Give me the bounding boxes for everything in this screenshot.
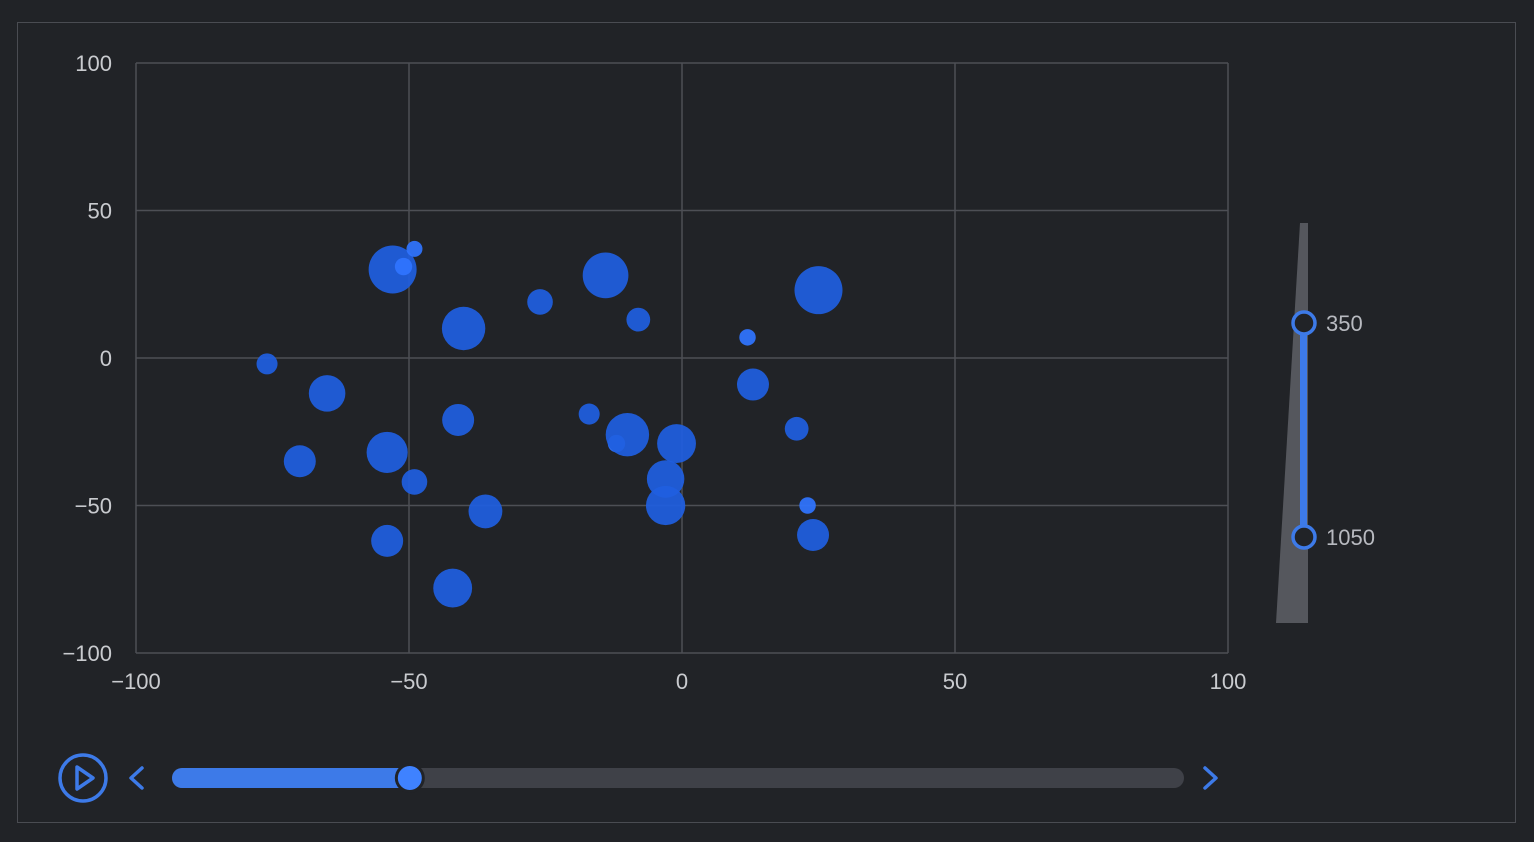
x-tick-label: −100	[111, 669, 161, 694]
play-icon	[58, 753, 108, 803]
visual-map-handle-low[interactable]	[1291, 310, 1317, 336]
y-tick-label: −100	[62, 641, 112, 666]
scatter-point[interactable]	[401, 469, 428, 495]
chevron-left-icon	[129, 766, 144, 790]
scatter-point[interactable]	[645, 485, 686, 526]
visual-map-handle-high[interactable]	[1291, 524, 1317, 550]
visual-map-label-high: 1050	[1326, 525, 1375, 550]
scatter-point[interactable]	[739, 329, 756, 346]
grid	[135, 62, 1229, 654]
scatter-point[interactable]	[626, 307, 651, 332]
scatter-point[interactable]	[308, 375, 346, 412]
scatter-point[interactable]	[657, 424, 696, 463]
scatter-point[interactable]	[371, 524, 404, 557]
scatter-point[interactable]	[468, 494, 503, 529]
play-button[interactable]	[58, 753, 108, 803]
axis-labels: −100 −50 0 50 100 −100 −50 0 50 100	[62, 51, 1246, 694]
scatter-point[interactable]	[366, 431, 408, 473]
scatter-point[interactable]	[784, 416, 809, 441]
y-tick-label: 50	[88, 199, 112, 224]
x-tick-label: 100	[1210, 669, 1247, 694]
x-tick-label: 0	[676, 669, 688, 694]
timeline-handle[interactable]	[394, 763, 425, 793]
scatter-point[interactable]	[394, 257, 413, 276]
scatter-point[interactable]	[406, 240, 423, 257]
chevron-right-icon	[1203, 766, 1218, 790]
scatter-point[interactable]	[794, 266, 843, 315]
scatter-points	[256, 240, 843, 608]
scatter-point[interactable]	[442, 403, 475, 436]
scatter-chart: −100 −50 0 50 100 −100 −50 0 50 100 350 1050	[58, 51, 1375, 803]
play-triangle	[75, 765, 95, 791]
scatter-point[interactable]	[433, 568, 473, 608]
y-tick-label: −50	[75, 494, 112, 519]
scatter-point[interactable]	[256, 353, 278, 375]
timeline-progress	[172, 768, 410, 788]
timeline	[58, 753, 1218, 803]
scatter-point[interactable]	[578, 403, 600, 425]
x-tick-label: −50	[390, 669, 427, 694]
x-tick-label: 50	[943, 669, 967, 694]
scatter-point[interactable]	[441, 306, 486, 351]
y-tick-label: 100	[75, 51, 112, 76]
scatter-point[interactable]	[797, 519, 830, 551]
scatter-point[interactable]	[799, 497, 816, 514]
next-button[interactable]	[1203, 766, 1218, 790]
timeline-handle-dot	[397, 766, 422, 790]
scatter-point[interactable]	[605, 412, 650, 457]
scatter-point[interactable]	[582, 252, 629, 299]
scatter-point[interactable]	[736, 368, 769, 401]
prev-button[interactable]	[129, 766, 144, 790]
visual-map-label-low: 350	[1326, 311, 1363, 336]
y-tick-label: 0	[100, 346, 112, 371]
scatter-point[interactable]	[527, 289, 553, 315]
visual-map-selected-range	[1300, 323, 1307, 537]
visual-map[interactable]: 350 1050	[1276, 223, 1375, 623]
scatter-point[interactable]	[283, 445, 316, 478]
